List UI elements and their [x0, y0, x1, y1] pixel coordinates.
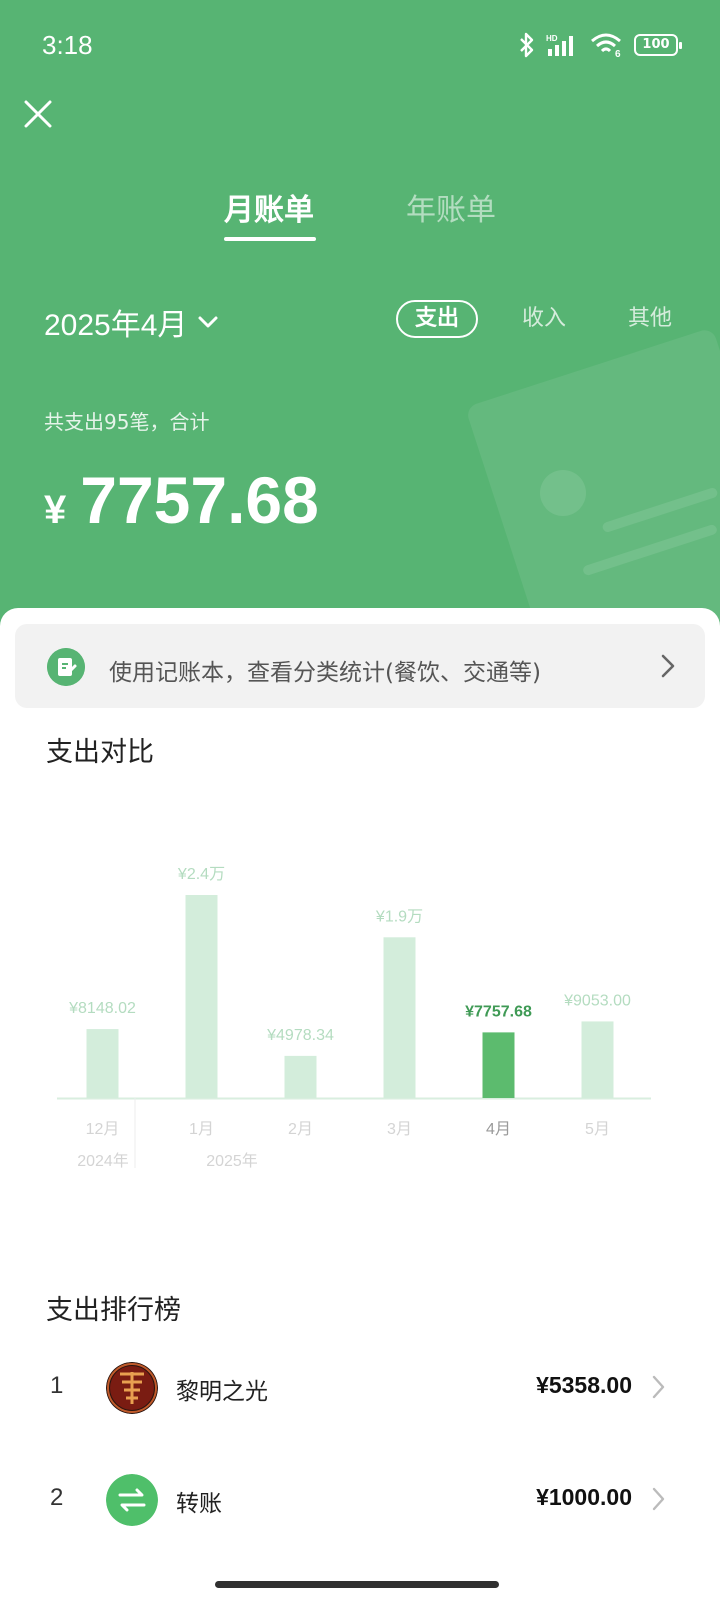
- expense-summary-text: 共支出95笔，合计: [44, 410, 210, 434]
- bill-tabs: 月账单 年账单: [0, 185, 720, 245]
- status-bar: 3:18 HD 6 100: [0, 0, 720, 90]
- chart-value-label: ¥9053.00: [563, 992, 631, 1009]
- type-filter-group: 支出 收入 其他: [0, 300, 720, 340]
- chevron-right-icon: [661, 654, 675, 678]
- bill-content: 使用记账本，查看分类统计(餐饮、交通等) 支出对比 ¥8148.02 12月 ¥2.…: [0, 608, 720, 1600]
- status-icons: HD 6 100: [518, 32, 682, 58]
- ranking-number: 2: [50, 1484, 64, 1511]
- expense-compare-chart: ¥8148.02 12月 ¥2.4万 1月 ¥4978.34 2月 ¥1.9万 3月 ¥7757…: [57, 866, 651, 1170]
- currency-symbol: ¥: [44, 488, 67, 532]
- decorative-bill-illustration: [465, 327, 720, 640]
- ranking-amount: ¥5358.00: [536, 1372, 632, 1398]
- chart-year-label: 2024年: [77, 1152, 129, 1170]
- chart-bar[interactable]: [284, 1055, 317, 1098]
- chart-bar[interactable]: [482, 1032, 515, 1098]
- ranking-name: 黎明之光: [176, 1379, 268, 1405]
- total-amount: 7757.68: [80, 463, 319, 537]
- ledger-promo-text: 使用记账本，查看分类统计(餐饮、交通等): [109, 660, 541, 686]
- active-tab-indicator: [224, 237, 316, 241]
- ranking-item[interactable]: 1 黎明之光 ¥5358.00: [0, 1344, 720, 1434]
- chart-value-label: ¥4978.34: [266, 1027, 334, 1044]
- ranking-amount: ¥1000.00: [536, 1484, 632, 1510]
- chart-tick-label: 12月: [86, 1121, 120, 1138]
- bluetooth-icon: [520, 32, 534, 58]
- expense-ranking-title: 支出排行榜: [46, 1295, 181, 1326]
- filter-income[interactable]: 收入: [522, 300, 566, 338]
- ledger-promo-banner[interactable]: 使用记账本，查看分类统计(餐饮、交通等): [15, 624, 705, 708]
- chart-year-label: 2025年: [206, 1152, 258, 1170]
- close-icon[interactable]: [20, 96, 56, 132]
- chart-tick-label: 3月: [387, 1121, 412, 1138]
- chevron-right-icon: [652, 1375, 665, 1399]
- bill-header: 3:18 HD 6 100 月账单 年账单 2025年4月 支出 收入 其他 共…: [0, 0, 720, 640]
- decorative-circle: [540, 470, 586, 516]
- expense-total: ¥ 7757.68: [44, 462, 319, 538]
- chart-tick-label: 2月: [288, 1121, 313, 1138]
- ledger-icon: [47, 648, 85, 686]
- home-indicator[interactable]: [215, 1581, 499, 1588]
- filter-expense[interactable]: 支出: [396, 300, 478, 338]
- chart-bar[interactable]: [581, 1021, 614, 1098]
- expense-compare-title: 支出对比: [46, 737, 154, 768]
- dragon-avatar: [106, 1362, 158, 1414]
- chart-value-label: ¥8148.02: [68, 1000, 136, 1017]
- chart-tick-label: 1月: [189, 1121, 214, 1138]
- chart-tick-label: 4月: [486, 1121, 511, 1138]
- tab-monthly-bill[interactable]: 月账单: [224, 185, 314, 229]
- ranking-number: 1: [50, 1372, 64, 1399]
- battery-icon: 100: [634, 34, 682, 56]
- svg-text:HD: HD: [546, 34, 558, 43]
- chevron-right-icon: [652, 1487, 665, 1511]
- chart-value-label: ¥7757.68: [465, 1003, 532, 1020]
- filter-other[interactable]: 其他: [628, 300, 672, 338]
- chart-tick-label: 5月: [585, 1121, 610, 1138]
- signal-icon: HD: [546, 34, 573, 56]
- chart-value-label: ¥2.4万: [177, 866, 225, 883]
- transfer-icon: [106, 1474, 158, 1526]
- chart-bar[interactable]: [86, 1029, 119, 1098]
- ranking-name: 转账: [176, 1491, 222, 1517]
- status-time: 3:18: [42, 30, 93, 60]
- tab-yearly-bill[interactable]: 年账单: [406, 185, 496, 229]
- ranking-item[interactable]: 2 转账 ¥1000.00: [0, 1456, 720, 1546]
- svg-text:6: 6: [615, 49, 621, 58]
- chart-bar[interactable]: [383, 937, 416, 1098]
- chart-value-label: ¥1.9万: [375, 908, 423, 925]
- wifi-icon: 6: [591, 33, 621, 58]
- chart-bar[interactable]: [185, 895, 218, 1098]
